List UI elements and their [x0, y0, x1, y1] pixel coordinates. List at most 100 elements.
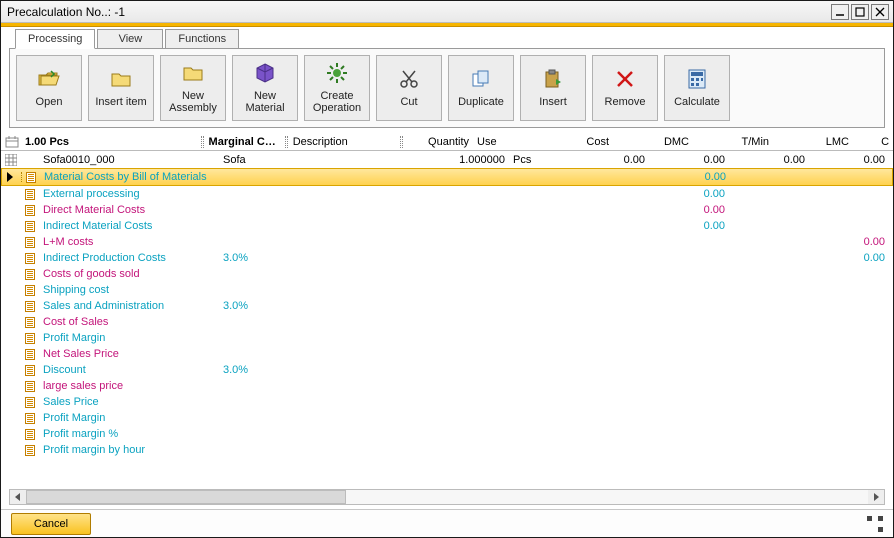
- row-tmin: 0.00: [729, 154, 809, 166]
- table-row[interactable]: Discount3.0%: [1, 362, 893, 378]
- col-marginal[interactable]: Marginal Cost: [205, 136, 286, 148]
- open-button[interactable]: Open: [16, 55, 82, 121]
- row-dmc: 0.00: [649, 220, 729, 232]
- row-name: Profit margin %: [39, 428, 219, 440]
- table-row[interactable]: Profit Margin: [1, 410, 893, 426]
- paste-icon: [542, 68, 564, 90]
- footer-bar: Cancel: [1, 509, 893, 537]
- table-row[interactable]: Sales Price: [1, 394, 893, 410]
- table-row[interactable]: Indirect Production Costs3.0%0.00: [1, 250, 893, 266]
- insert-label: Insert: [539, 96, 567, 108]
- col-tmin[interactable]: T/Min: [693, 136, 773, 148]
- document-icon: [25, 205, 35, 216]
- table-row[interactable]: L+M costs0.00: [1, 234, 893, 250]
- col-lmc[interactable]: LMC: [773, 136, 853, 148]
- duplicate-label: Duplicate: [458, 96, 504, 108]
- col-c[interactable]: C: [853, 136, 893, 148]
- table-row[interactable]: External processing0.00: [1, 186, 893, 202]
- titlebar: Precalculation No..: -1: [1, 1, 893, 23]
- document-icon: [25, 413, 35, 424]
- row-lmc: 0.00: [809, 252, 889, 264]
- row-indicator: [2, 172, 22, 182]
- tab-functions[interactable]: Functions: [165, 29, 239, 49]
- col-qty-pcs[interactable]: 1.00 Pcs: [21, 136, 201, 148]
- document-icon: [25, 397, 35, 408]
- document-icon: [25, 237, 35, 248]
- table-row[interactable]: Sofa0010_000Sofa1.000000Pcs0.000.000.000…: [1, 151, 893, 169]
- table-row[interactable]: Profit Margin: [1, 330, 893, 346]
- calculate-button[interactable]: Calculate: [664, 55, 730, 121]
- duplicate-button[interactable]: Duplicate: [448, 55, 514, 121]
- table-row[interactable]: large sales price: [1, 378, 893, 394]
- cut-button[interactable]: Cut: [376, 55, 442, 121]
- horizontal-scrollbar[interactable]: [9, 489, 885, 505]
- row-type-icon: [21, 429, 39, 440]
- close-button[interactable]: [871, 4, 889, 20]
- row-name: Sofa0010_000: [39, 154, 219, 166]
- minimize-button[interactable]: [831, 4, 849, 20]
- table-row[interactable]: Costs of goods sold: [1, 266, 893, 282]
- insert-item-button[interactable]: Insert item: [88, 55, 154, 121]
- row-name: Sales and Administration: [39, 300, 219, 312]
- col-dmc[interactable]: DMC: [613, 136, 693, 148]
- table-row[interactable]: Shipping cost: [1, 282, 893, 298]
- remove-button[interactable]: Remove: [592, 55, 658, 121]
- row-name: Shipping cost: [39, 284, 219, 296]
- row-name: Indirect Production Costs: [39, 252, 219, 264]
- row-name: Profit margin by hour: [39, 444, 219, 456]
- insert-button[interactable]: Insert: [520, 55, 586, 121]
- row-name: Profit Margin: [39, 332, 219, 344]
- app-window: Precalculation No..: -1 ProcessingViewFu…: [0, 0, 894, 538]
- table-icon: [5, 154, 17, 166]
- calendar-icon: [5, 136, 19, 148]
- col-cost[interactable]: Cost: [533, 136, 613, 148]
- current-row-icon: [6, 172, 14, 182]
- row-description: 3.0%: [219, 300, 439, 312]
- tab-processing[interactable]: Processing: [15, 29, 95, 49]
- duplicate-icon: [470, 68, 492, 90]
- row-type-icon: [21, 381, 39, 392]
- folder-open-icon: [38, 68, 60, 90]
- resize-grip-icon[interactable]: [867, 516, 883, 532]
- scroll-track[interactable]: [26, 490, 868, 504]
- row-name: Profit Margin: [39, 412, 219, 424]
- col-quantity[interactable]: Quantity: [403, 136, 473, 148]
- row-description: Sofa: [219, 154, 439, 166]
- row-indicator-header: [1, 136, 21, 148]
- scroll-thumb[interactable]: [26, 490, 346, 504]
- table-row[interactable]: Net Sales Price: [1, 346, 893, 362]
- table-row[interactable]: Direct Material Costs0.00: [1, 202, 893, 218]
- row-quantity: 1.000000: [439, 154, 509, 166]
- new-material-button[interactable]: New Material: [232, 55, 298, 121]
- document-icon: [25, 429, 35, 440]
- table-row[interactable]: Profit margin by hour: [1, 442, 893, 458]
- row-dmc: 0.00: [650, 171, 730, 183]
- delete-icon: [614, 68, 636, 90]
- table-row[interactable]: Indirect Material Costs0.00: [1, 218, 893, 234]
- row-name: L+M costs: [39, 236, 219, 248]
- create-operation-button[interactable]: Create Operation: [304, 55, 370, 121]
- gear-icon: [326, 62, 348, 84]
- tab-view[interactable]: View: [97, 29, 163, 49]
- col-description[interactable]: Description: [289, 136, 400, 148]
- row-type-icon: [21, 413, 39, 424]
- scroll-right-button[interactable]: [868, 490, 884, 504]
- cancel-button[interactable]: Cancel: [11, 513, 91, 535]
- row-type-icon: [21, 269, 39, 280]
- scissors-icon: [398, 68, 420, 90]
- document-icon: [25, 365, 35, 376]
- table-row[interactable]: Profit margin %: [1, 426, 893, 442]
- table-row[interactable]: Material Costs by Bill of Materials0.00: [1, 168, 893, 186]
- document-icon: [25, 381, 35, 392]
- document-icon: [25, 301, 35, 312]
- table-row[interactable]: Sales and Administration3.0%: [1, 298, 893, 314]
- row-lmc: 0.00: [809, 154, 889, 166]
- col-use[interactable]: Use: [473, 136, 533, 148]
- table-row[interactable]: Cost of Sales: [1, 314, 893, 330]
- new-assembly-button[interactable]: New Assembly: [160, 55, 226, 121]
- maximize-button[interactable]: [851, 4, 869, 20]
- row-name: External processing: [39, 188, 219, 200]
- scroll-left-button[interactable]: [10, 490, 26, 504]
- cancel-label: Cancel: [34, 518, 68, 530]
- remove-label: Remove: [605, 96, 646, 108]
